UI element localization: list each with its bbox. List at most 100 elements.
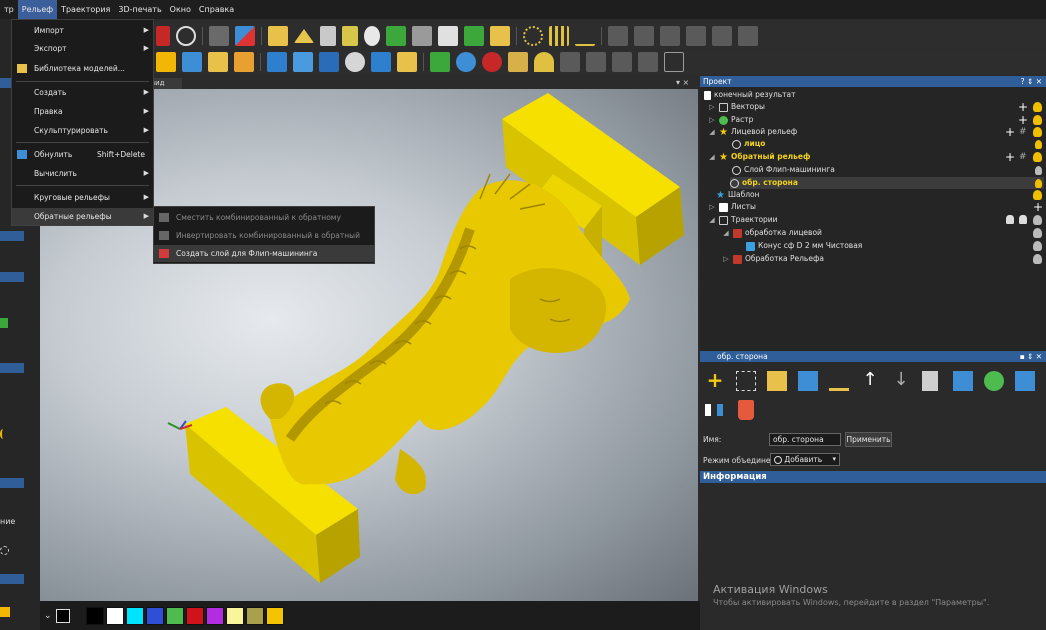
disabled-tool-2-icon[interactable]: [634, 26, 654, 46]
disabled-tool-5-icon[interactable]: [712, 26, 732, 46]
tree-item-vectors[interactable]: ▷ Векторы: [708, 101, 765, 113]
merge-layer-icon[interactable]: [953, 371, 973, 391]
add-icon[interactable]: +: [1018, 113, 1028, 127]
left-panel-label[interactable]: ние: [0, 517, 38, 531]
menu-help[interactable]: Справка: [195, 0, 238, 19]
sparkle-icon[interactable]: [320, 26, 336, 46]
tooth-icon[interactable]: [1019, 215, 1027, 224]
add-icon[interactable]: +: [1005, 125, 1015, 139]
apply-button[interactable]: Применить: [845, 432, 892, 447]
relief-sphere-icon[interactable]: [345, 52, 365, 72]
disabled-relief-1-icon[interactable]: [560, 52, 580, 72]
bulb-off-icon[interactable]: [1033, 241, 1042, 251]
save-layer-icon[interactable]: [798, 371, 818, 391]
expand-arrow-icon[interactable]: ▷: [708, 101, 716, 113]
copy-layer-icon[interactable]: [922, 371, 938, 391]
frame-icon[interactable]: [438, 26, 458, 46]
dashed-circle-icon[interactable]: [0, 546, 9, 555]
layers-icon[interactable]: [412, 26, 432, 46]
relief-yellow-icon[interactable]: [208, 52, 228, 72]
disabled-frame-icon[interactable]: [664, 52, 684, 72]
menu-item-calculate[interactable]: Вычислить ▶: [12, 165, 153, 182]
import-layer-icon[interactable]: [767, 371, 787, 391]
tree-item-relief-machining[interactable]: ▷ Обработка Рельефа: [722, 253, 824, 265]
green-blocks-icon[interactable]: [464, 26, 484, 46]
menu-window[interactable]: Окно: [166, 0, 195, 19]
tree-item-toolpaths[interactable]: ◢ Траектории: [708, 214, 778, 226]
relief-blue-2-icon[interactable]: [371, 52, 391, 72]
collapse-arrow-icon[interactable]: ◢: [708, 151, 716, 163]
tree-item-back-side-layer[interactable]: обр. сторона: [730, 177, 1044, 189]
submenu-item-invert-combined[interactable]: Инвертировать комбинированный в обратный: [154, 227, 374, 244]
bulb-icon[interactable]: [1035, 179, 1042, 188]
info-panel-header[interactable]: Информация: [700, 471, 1046, 483]
submenu-item-create-flip-layer[interactable]: Создать слой для Флип-машининга: [154, 245, 374, 262]
blue-drop-icon[interactable]: [456, 52, 476, 72]
align-icon[interactable]: [235, 26, 255, 46]
color-swatch-cyan[interactable]: [126, 606, 144, 625]
green-plus-icon[interactable]: [430, 52, 450, 72]
tree-item-template[interactable]: ★ Шаблон: [716, 189, 760, 201]
tree-item-cone-tool[interactable]: Конус сф D 2 мм Чистовая: [746, 240, 862, 252]
bulb-off-icon[interactable]: [1033, 228, 1042, 238]
collapse-arrow-icon[interactable]: ◢: [708, 214, 716, 226]
menu-item-back-reliefs[interactable]: Обратные рельефы ▶: [12, 208, 153, 225]
bulb-icon[interactable]: [1033, 190, 1042, 200]
tree-item-front-relief[interactable]: ◢ ★ Лицевой рельеф: [708, 126, 797, 138]
green-diamond-icon[interactable]: [386, 26, 406, 46]
color-swatch-light-yellow[interactable]: [226, 606, 244, 625]
arch-icon[interactable]: [534, 52, 554, 72]
menu-item-model-library[interactable]: Библиотека моделей...: [12, 60, 153, 77]
add-icon[interactable]: +: [1018, 100, 1028, 114]
tree-item-back-relief[interactable]: ◢ ★ Обратный рельеф: [708, 151, 810, 163]
expand-arrow-icon[interactable]: ▷: [722, 253, 730, 265]
relief-cone-icon[interactable]: [234, 52, 254, 72]
green-arrow-icon[interactable]: [0, 318, 8, 328]
grid-icon[interactable]: #: [1019, 127, 1027, 137]
tree-item-raster[interactable]: ▷ Растр: [708, 114, 753, 126]
menu-item-edit[interactable]: Правка ▶: [12, 103, 153, 120]
color-swatch-yellow[interactable]: [266, 606, 284, 625]
bulb-icon[interactable]: [1035, 140, 1042, 149]
color-swatch-purple[interactable]: [206, 606, 224, 625]
menu-item-rotary-reliefs[interactable]: Круговые рельефы ▶: [12, 189, 153, 206]
yellow-curve-icon[interactable]: [0, 429, 6, 439]
grid-icon[interactable]: #: [1019, 152, 1027, 162]
relief-stack-icon[interactable]: [293, 52, 313, 72]
menu-item-export[interactable]: Экспорт ▶: [12, 40, 153, 57]
bulb-off-icon[interactable]: [1035, 166, 1042, 175]
add-layer-icon[interactable]: +: [705, 370, 725, 391]
bulb-off-icon[interactable]: [1033, 215, 1042, 225]
relief-blue-icon[interactable]: [182, 52, 202, 72]
disabled-tool-4-icon[interactable]: [686, 26, 706, 46]
curve-tool-icon[interactable]: [342, 26, 358, 46]
green-arrow-layer-icon[interactable]: [984, 371, 1004, 391]
view-close-controls[interactable]: ▾ ×: [676, 78, 689, 87]
menu-truncated[interactable]: тр: [0, 0, 18, 19]
bulb-icon[interactable]: [1033, 152, 1042, 162]
open-vectors-icon[interactable]: [268, 26, 288, 46]
star-burst-icon[interactable]: [364, 26, 380, 46]
disabled-relief-2-icon[interactable]: [586, 52, 606, 72]
color-swatch-blue[interactable]: [146, 606, 164, 625]
menu-item-create[interactable]: Создать ▶: [12, 84, 153, 101]
transfer-layer-icon[interactable]: [705, 404, 723, 416]
merge-mode-select[interactable]: Добавить ▾: [770, 453, 840, 466]
color-swatch-green[interactable]: [166, 606, 184, 625]
chevron-down-icon[interactable]: ⌄: [44, 611, 54, 621]
red-gear-icon[interactable]: [482, 52, 502, 72]
bulb-icon[interactable]: [1033, 102, 1042, 112]
menu-item-reset[interactable]: Обнулить Shift+Delete: [12, 146, 153, 163]
menu-toolpaths[interactable]: Траектория: [57, 0, 114, 19]
relief-orange-icon[interactable]: [156, 52, 176, 72]
layer-name-input[interactable]: [769, 433, 841, 446]
move-down-icon[interactable]: ↓: [891, 371, 911, 391]
expand-arrow-icon[interactable]: ▷: [708, 201, 716, 213]
collapse-arrow-icon[interactable]: ◢: [722, 227, 730, 239]
disabled-tool-6-icon[interactable]: [738, 26, 758, 46]
measure-circle-icon[interactable]: [176, 26, 196, 46]
yellow-diamond-icon[interactable]: [490, 26, 510, 46]
color-swatch-black[interactable]: [86, 606, 104, 625]
disabled-relief-4-icon[interactable]: [638, 52, 658, 72]
tree-item-front-machining[interactable]: ◢ обработка лицевой: [722, 227, 822, 239]
